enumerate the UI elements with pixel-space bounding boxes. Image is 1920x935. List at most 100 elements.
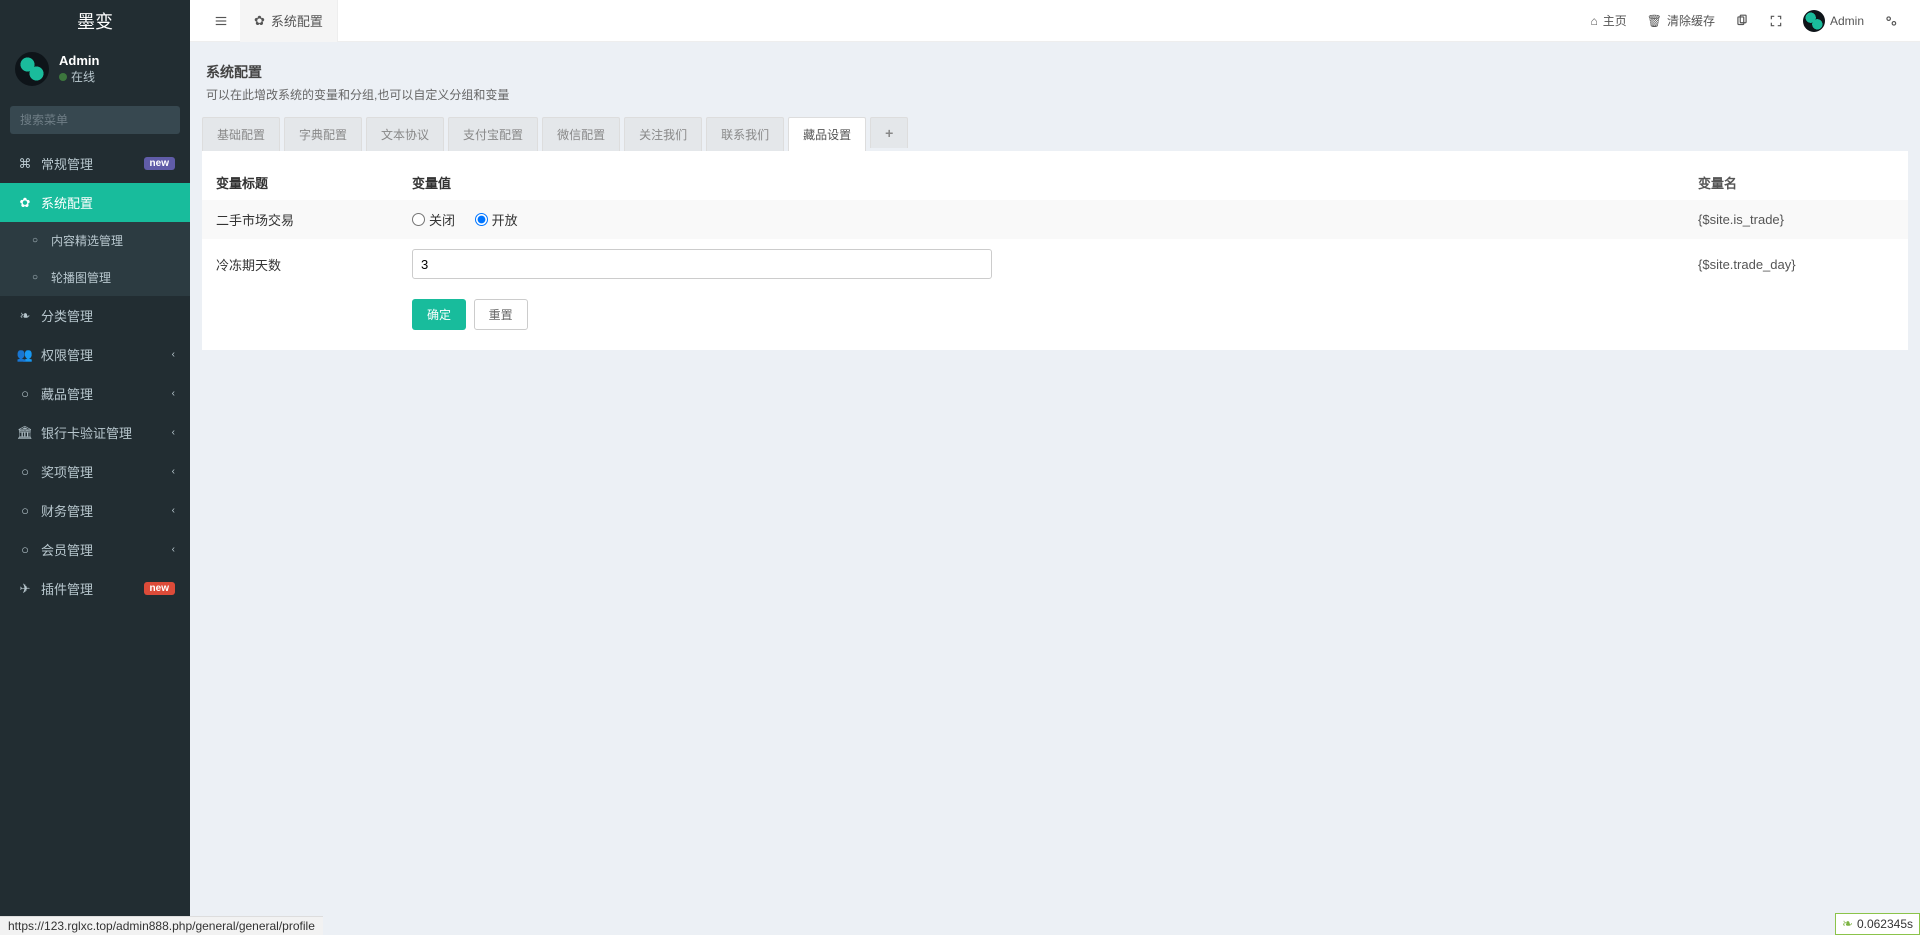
- home-icon: ⌂: [1590, 14, 1597, 28]
- chevron-left-icon: ‹: [172, 466, 175, 477]
- sidebar-item-award[interactable]: ○ 奖项管理 ‹: [0, 452, 190, 491]
- trade-day-input[interactable]: [412, 249, 992, 279]
- topbar-tab-label: 系统配置: [271, 11, 323, 30]
- sidebar-item-carousel[interactable]: ○ 轮播图管理: [0, 259, 190, 296]
- topbar-action-1[interactable]: [1725, 0, 1759, 42]
- sidebar-item-label: 会员管理: [41, 540, 172, 559]
- form-actions: 确定 重置: [202, 289, 1908, 330]
- avatar: [1803, 10, 1825, 32]
- circle-icon: ○: [25, 272, 45, 283]
- sidebar-item-label: 轮播图管理: [51, 269, 175, 286]
- sidebar-item-collection[interactable]: ○ 藏品管理 ‹: [0, 374, 190, 413]
- sidebar-item-permission[interactable]: 👥 权限管理 ‹: [0, 335, 190, 374]
- tab-pane: 变量标题 变量值 变量名 二手市场交易: [202, 151, 1908, 350]
- add-tab-button[interactable]: +: [870, 117, 908, 151]
- trash-icon: 🗑: [1647, 14, 1662, 28]
- new-badge: new: [144, 582, 175, 595]
- chevron-left-icon: ‹: [172, 505, 175, 516]
- panel: 系统配置 可以在此增改系统的变量和分组,也可以自定义分组和变量 基础配置 字典配…: [202, 54, 1908, 350]
- sidebar-item-member[interactable]: ○ 会员管理 ‹: [0, 530, 190, 569]
- clear-cache-label: 清除缓存: [1667, 12, 1715, 29]
- circle-icon: ○: [15, 386, 35, 401]
- circle-icon: ○: [15, 464, 35, 479]
- sidebar-item-category[interactable]: ❧ 分类管理: [0, 296, 190, 335]
- th-value: 变量值: [402, 165, 1688, 200]
- tab-basic[interactable]: 基础配置: [202, 117, 280, 151]
- clear-cache-button[interactable]: 🗑 清除缓存: [1637, 0, 1725, 42]
- user-label: Admin: [1830, 14, 1864, 28]
- sidebar-item-addon[interactable]: ✈ 插件管理 new: [0, 569, 190, 608]
- radio-option-closed[interactable]: 关闭: [412, 210, 455, 229]
- leaf-icon: ❧: [15, 308, 35, 324]
- menu-icon: [214, 14, 228, 28]
- circle-icon: ○: [25, 235, 45, 246]
- radio-input[interactable]: [475, 213, 488, 226]
- main: ✿ 系统配置 ⌂ 主页 🗑 清除缓存 Admin: [190, 0, 1920, 935]
- settings-button[interactable]: [1874, 0, 1908, 42]
- user-panel: Admin 在线: [0, 42, 190, 96]
- panel-title: 系统配置: [206, 62, 1904, 82]
- sidebar-item-content-featured[interactable]: ○ 内容精选管理: [0, 222, 190, 259]
- submit-button[interactable]: 确定: [412, 299, 466, 330]
- sidebar-item-general[interactable]: ⌘ 常规管理 new: [0, 144, 190, 183]
- plus-icon: +: [870, 117, 908, 148]
- footer-status-url: https://123.rglxc.top/admin888.php/gener…: [0, 916, 323, 935]
- performance-time: 0.062345s: [1857, 917, 1913, 931]
- chevron-left-icon: ‹: [172, 388, 175, 399]
- chevron-left-icon: ‹: [172, 349, 175, 360]
- sidebar-item-label: 财务管理: [41, 501, 172, 520]
- sidebar-item-label: 系统配置: [41, 193, 175, 212]
- fullscreen-button[interactable]: [1759, 0, 1793, 42]
- topbar-tab-active[interactable]: ✿ 系统配置: [240, 0, 338, 42]
- avatar[interactable]: [15, 52, 49, 86]
- tab-contact[interactable]: 联系我们: [706, 117, 784, 151]
- tab-dict[interactable]: 字典配置: [284, 117, 362, 151]
- sidebar-item-label: 插件管理: [41, 579, 144, 598]
- tab-alipay[interactable]: 支付宝配置: [448, 117, 538, 151]
- sidebar-item-finance[interactable]: ○ 财务管理 ‹: [0, 491, 190, 530]
- sidebar-item-label: 常规管理: [41, 154, 144, 173]
- sidebar-item-system-config[interactable]: ✿ 系统配置: [0, 183, 190, 222]
- reset-button[interactable]: 重置: [474, 299, 528, 330]
- home-label: 主页: [1603, 12, 1627, 29]
- tab-collection-settings[interactable]: 藏品设置: [788, 117, 866, 151]
- sidebar-item-bankcard[interactable]: 🏛 银行卡验证管理 ‹: [0, 413, 190, 452]
- new-badge: new: [144, 157, 175, 170]
- tab-text-protocol[interactable]: 文本协议: [366, 117, 444, 151]
- user-name: Admin: [59, 53, 99, 68]
- copy-icon: [1735, 14, 1749, 28]
- sidebar-item-label: 奖项管理: [41, 462, 172, 481]
- tab-wechat[interactable]: 微信配置: [542, 117, 620, 151]
- tab-label: 联系我们: [706, 117, 784, 151]
- radio-input[interactable]: [412, 213, 425, 226]
- circle-icon: ○: [15, 542, 35, 557]
- toggle-sidebar-button[interactable]: [202, 1, 240, 41]
- user-menu[interactable]: Admin: [1793, 0, 1874, 42]
- table-row: 冷冻期天数 {$site.trade_day}: [202, 239, 1908, 289]
- config-table: 变量标题 变量值 变量名 二手市场交易: [202, 165, 1908, 289]
- tab-label: 微信配置: [542, 117, 620, 151]
- th-title: 变量标题: [202, 165, 402, 200]
- tab-label: 藏品设置: [788, 117, 866, 151]
- radio-option-open[interactable]: 开放: [475, 210, 518, 229]
- cogs-icon: [1884, 14, 1898, 28]
- th-name: 变量名: [1688, 165, 1908, 200]
- search-input[interactable]: [10, 106, 180, 134]
- performance-badge[interactable]: ❧ 0.062345s: [1835, 913, 1920, 935]
- plane-icon: ✈: [15, 581, 35, 597]
- tab-follow[interactable]: 关注我们: [624, 117, 702, 151]
- sidebar-item-label: 银行卡验证管理: [41, 423, 172, 442]
- row-title: 二手市场交易: [202, 200, 402, 239]
- home-link[interactable]: ⌂ 主页: [1580, 0, 1636, 42]
- expand-icon: [1769, 14, 1783, 28]
- brand-logo[interactable]: 墨变: [0, 0, 190, 42]
- radio-label: 开放: [492, 210, 518, 229]
- sidebar-item-label: 藏品管理: [41, 384, 172, 403]
- tab-label: 支付宝配置: [448, 117, 538, 151]
- sidebar-item-label: 分类管理: [41, 306, 175, 325]
- leaf-icon: ❧: [1842, 916, 1853, 932]
- topbar: ✿ 系统配置 ⌂ 主页 🗑 清除缓存 Admin: [190, 0, 1920, 42]
- chevron-left-icon: ‹: [172, 544, 175, 555]
- chevron-left-icon: ‹: [172, 427, 175, 438]
- circle-icon: ○: [15, 503, 35, 518]
